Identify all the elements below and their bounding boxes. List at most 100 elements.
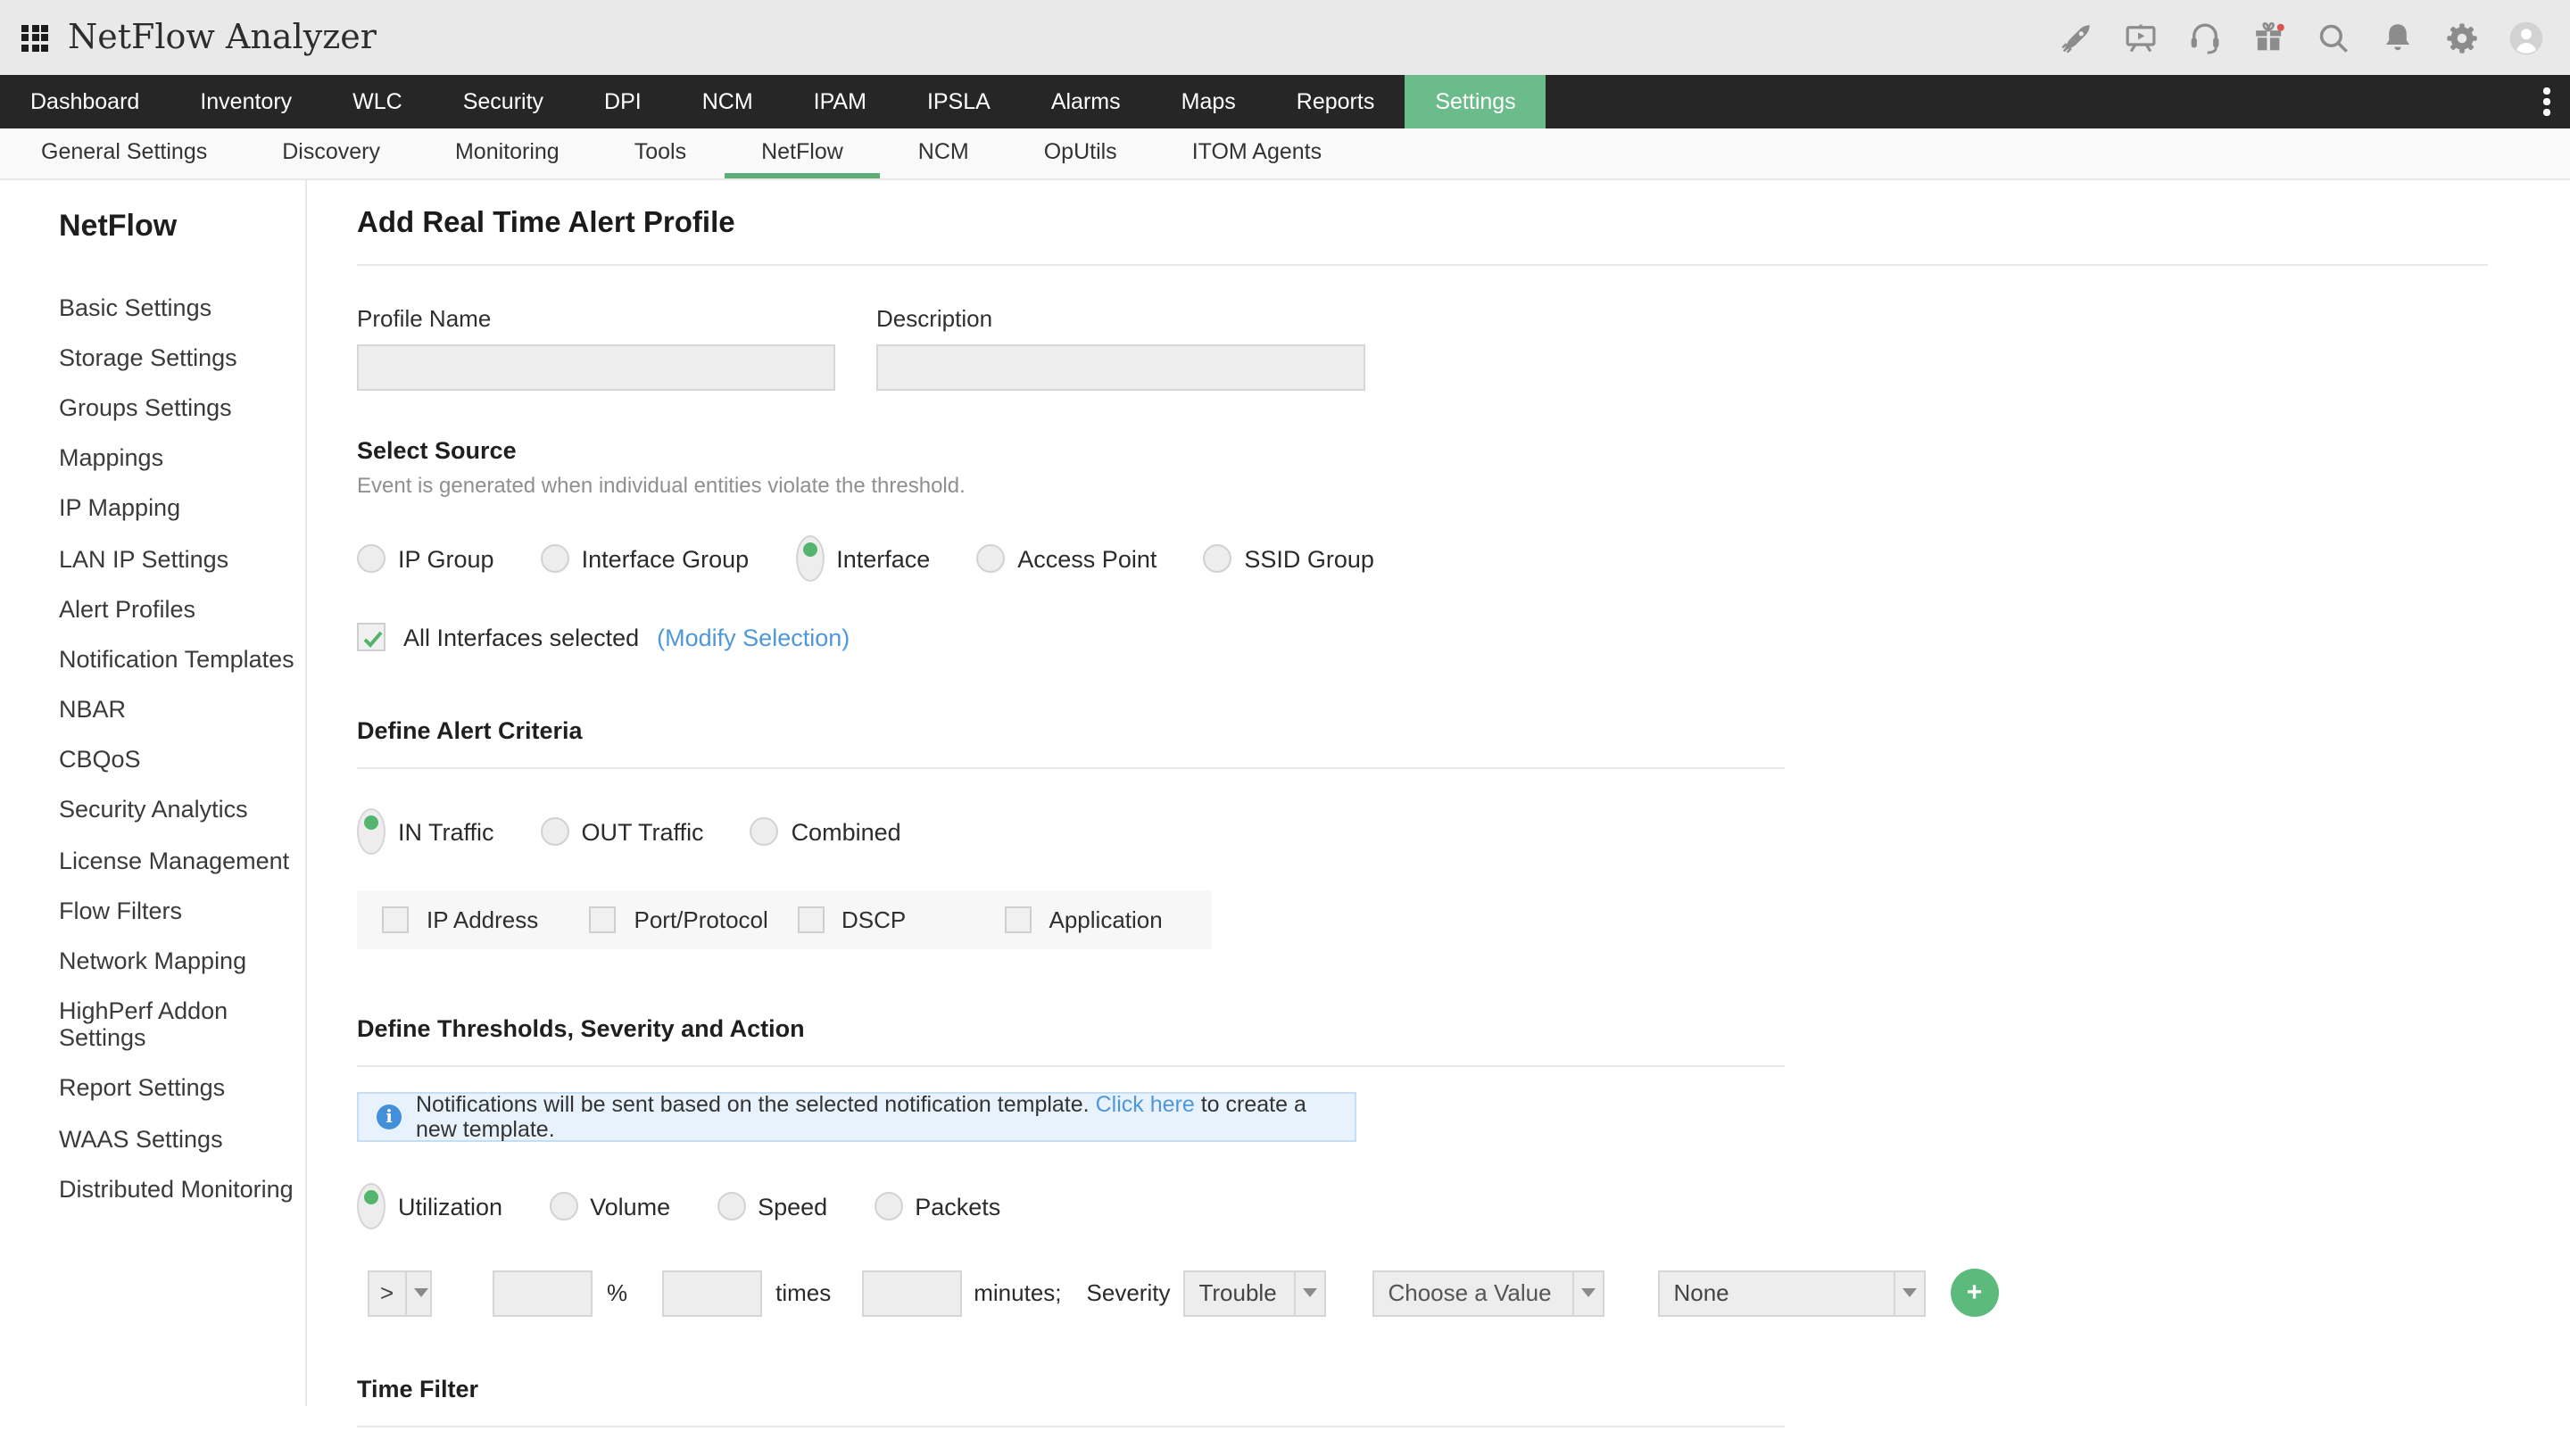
- radio-icon: [976, 544, 1005, 573]
- source-radio-ssid-group[interactable]: SSID Group: [1203, 544, 1374, 573]
- source-radio-group: IP Group Interface Group Interface Acces…: [357, 535, 2538, 582]
- comparator-select[interactable]: >: [368, 1270, 432, 1316]
- threshold-row: > % times minutes; Severity Trouble Choo…: [357, 1269, 2538, 1317]
- nav-tab-alarms[interactable]: Alarms: [1021, 75, 1151, 128]
- sidebar-item-lan-ip-settings[interactable]: LAN IP Settings: [59, 534, 305, 583]
- nav-tab-label: Settings: [1435, 89, 1515, 114]
- metric-radio-volume[interactable]: Volume: [549, 1192, 670, 1220]
- radio-icon: [750, 817, 779, 846]
- sidebar-item-security-analytics[interactable]: Security Analytics: [59, 785, 305, 835]
- nav-tab-reports[interactable]: Reports: [1266, 75, 1405, 128]
- sidebar-item-alert-profiles[interactable]: Alert Profiles: [59, 583, 305, 633]
- radio-selected-icon: [795, 535, 824, 582]
- nav-tab-ipsla[interactable]: IPSLA: [897, 75, 1021, 128]
- nav-tab-maps[interactable]: Maps: [1151, 75, 1266, 128]
- action-select[interactable]: Choose a Value: [1372, 1270, 1604, 1316]
- presentation-icon[interactable]: [2122, 19, 2160, 56]
- nav-tab-wlc[interactable]: WLC: [322, 75, 433, 128]
- severity-select[interactable]: Trouble: [1182, 1270, 1325, 1316]
- nav-tab-inventory[interactable]: Inventory: [170, 75, 322, 128]
- percent-input[interactable]: [493, 1270, 593, 1316]
- nav-tab-label: Inventory: [200, 89, 292, 114]
- metric-radio-utilization[interactable]: Utilization: [357, 1183, 502, 1229]
- filter-port-protocol[interactable]: Port/Protocol: [590, 906, 798, 933]
- minutes-input[interactable]: [861, 1270, 961, 1316]
- nav-tab-ncm[interactable]: NCM: [672, 75, 783, 128]
- filter-dscp[interactable]: DSCP: [797, 906, 1005, 933]
- traffic-radio-out[interactable]: OUT Traffic: [541, 817, 704, 846]
- radio-icon: [541, 544, 569, 573]
- times-input[interactable]: [661, 1270, 761, 1316]
- subnav-tab-itom-agents[interactable]: ITOM Agents: [1155, 128, 1359, 178]
- description-input[interactable]: [876, 344, 1365, 391]
- apps-grid-icon[interactable]: [21, 24, 48, 51]
- radio-icon: [357, 544, 386, 573]
- metric-radio-packets[interactable]: Packets: [874, 1192, 1000, 1220]
- time-filter-divider: [357, 1426, 1785, 1427]
- profile-name-input[interactable]: [357, 344, 835, 391]
- gift-icon[interactable]: [2251, 19, 2288, 56]
- all-interfaces-checkbox[interactable]: [357, 623, 386, 651]
- sidebar-item-highperf-addon-settings[interactable]: HighPerf Addon Settings: [59, 986, 305, 1063]
- nav-tab-label: Reports: [1297, 89, 1375, 114]
- subnav-tab-netflow[interactable]: NetFlow: [724, 128, 881, 178]
- traffic-radio-group: IN Traffic OUT Traffic Combined: [357, 808, 2538, 855]
- sidebar-item-waas-settings[interactable]: WAAS Settings: [59, 1113, 305, 1163]
- subnav-tab-general-settings[interactable]: General Settings: [4, 128, 245, 178]
- notification-template-select[interactable]: None: [1657, 1270, 1925, 1316]
- sidebar-item-cbqos[interactable]: CBQoS: [59, 734, 305, 784]
- sidebar-title: NetFlow: [59, 209, 305, 244]
- search-icon[interactable]: [2315, 19, 2352, 56]
- sidebar-item-flow-filters[interactable]: Flow Filters: [59, 886, 305, 936]
- modify-selection-link[interactable]: (Modify Selection): [657, 624, 850, 650]
- sidebar-item-distributed-monitoring[interactable]: Distributed Monitoring: [59, 1163, 305, 1213]
- sidebar-item-nbar[interactable]: NBAR: [59, 684, 305, 734]
- filter-ip-address[interactable]: IP Address: [382, 906, 590, 933]
- sidebar-item-report-settings[interactable]: Report Settings: [59, 1063, 305, 1113]
- subnav-tab-monitoring[interactable]: Monitoring: [418, 128, 597, 178]
- add-threshold-button[interactable]: +: [1950, 1269, 1998, 1317]
- traffic-radio-in[interactable]: IN Traffic: [357, 808, 494, 855]
- sidebar-item-license-management[interactable]: License Management: [59, 835, 305, 885]
- sidebar-item-network-mapping[interactable]: Network Mapping: [59, 936, 305, 986]
- profile-name-field-group: Profile Name: [357, 305, 835, 391]
- sidebar-item-ip-mapping[interactable]: IP Mapping: [59, 484, 305, 534]
- sidebar-item-basic-settings[interactable]: Basic Settings: [59, 282, 305, 332]
- sidebar-item-mappings[interactable]: Mappings: [59, 433, 305, 483]
- nav-tab-settings[interactable]: Settings: [1405, 75, 1546, 128]
- support-headset-icon[interactable]: [2186, 19, 2224, 56]
- radio-icon: [541, 817, 569, 846]
- subnav-tab-tools[interactable]: Tools: [597, 128, 724, 178]
- nav-tab-label: Security: [463, 89, 543, 114]
- all-interfaces-row: All Interfaces selected (Modify Selectio…: [357, 623, 2538, 651]
- avatar[interactable]: [2508, 19, 2545, 56]
- subnav-tab-oputils[interactable]: OpUtils: [1007, 128, 1155, 178]
- main-navbar: Dashboard Inventory WLC Security DPI NCM…: [0, 75, 2570, 128]
- chevron-down-icon: [404, 1271, 435, 1314]
- source-radio-ip-group[interactable]: IP Group: [357, 544, 494, 573]
- subnav-tab-discovery[interactable]: Discovery: [245, 128, 418, 178]
- nav-tab-dashboard[interactable]: Dashboard: [0, 75, 170, 128]
- click-here-link[interactable]: Click here: [1096, 1092, 1195, 1117]
- metric-radio-speed[interactable]: Speed: [717, 1192, 827, 1220]
- gear-icon[interactable]: [2443, 19, 2481, 56]
- sidebar-item-storage-settings[interactable]: Storage Settings: [59, 332, 305, 382]
- rocket-icon[interactable]: [2058, 19, 2095, 56]
- sidebar-item-notification-templates[interactable]: Notification Templates: [59, 634, 305, 684]
- source-radio-access-point[interactable]: Access Point: [976, 544, 1156, 573]
- notification-info-text: Notifications will be sent based on the …: [416, 1092, 1337, 1142]
- sidebar-item-groups-settings[interactable]: Groups Settings: [59, 383, 305, 433]
- nav-tab-dpi[interactable]: DPI: [574, 75, 672, 128]
- select-source-hint: Event is generated when individual entit…: [357, 473, 2538, 498]
- bell-icon[interactable]: [2379, 19, 2417, 56]
- overflow-menu-icon[interactable]: [2524, 75, 2570, 128]
- source-radio-interface[interactable]: Interface: [795, 535, 930, 582]
- check-icon: [361, 626, 386, 651]
- filter-application[interactable]: Application: [1005, 906, 1213, 933]
- nav-tab-security[interactable]: Security: [433, 75, 574, 128]
- source-radio-interface-group[interactable]: Interface Group: [541, 544, 750, 573]
- nav-tab-ipam[interactable]: IPAM: [783, 75, 897, 128]
- traffic-radio-combined[interactable]: Combined: [750, 817, 901, 846]
- nav-tab-label: Alarms: [1051, 89, 1121, 114]
- subnav-tab-ncm[interactable]: NCM: [881, 128, 1007, 178]
